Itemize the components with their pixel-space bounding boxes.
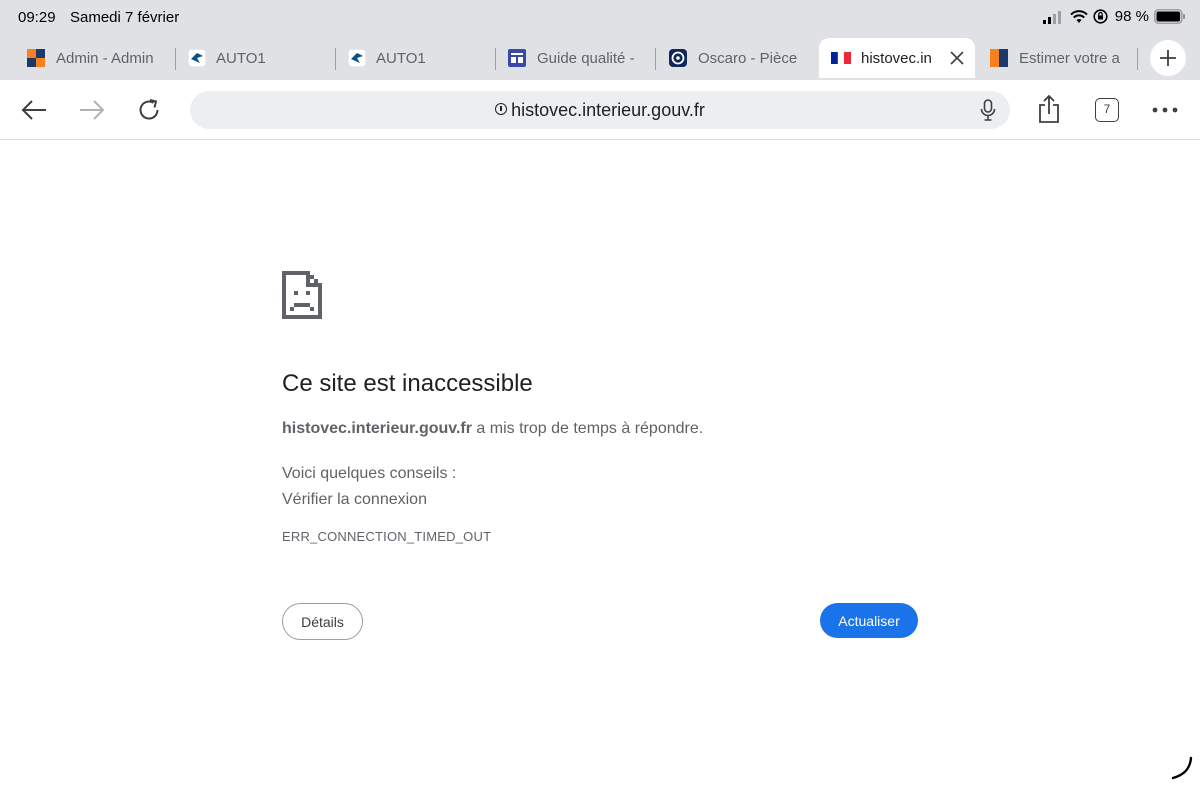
site-info-icon[interactable] [495, 103, 508, 115]
error-message-text: a mis trop de temps à répondre. [471, 420, 704, 437]
error-title: Ce site est inaccessible [282, 370, 533, 397]
tab-separator [175, 48, 176, 70]
battery-percentage: 98 % [1114, 8, 1149, 25]
arrow-left-icon [21, 100, 46, 120]
status-time: 09:29 [18, 9, 56, 26]
arrow-right-icon [80, 100, 105, 120]
error-code: ERR_CONNECTION_TIMED_OUT [282, 529, 492, 544]
guide-favicon-icon [508, 49, 526, 67]
tab-guide-qualite[interactable]: Guide qualité - [508, 38, 648, 78]
tab-auto1-second[interactable]: AUTO1 [348, 38, 488, 78]
wifi-icon [1070, 9, 1088, 23]
menu-button[interactable] [1150, 95, 1180, 125]
reload-button[interactable] [134, 95, 164, 125]
tab-switcher-button[interactable]: 7 [1095, 98, 1119, 122]
back-button[interactable] [19, 95, 49, 125]
toolbar: histovec.interieur.gouv.fr 7 [0, 80, 1200, 140]
address-bar[interactable]: histovec.interieur.gouv.fr [190, 91, 1010, 129]
tab-estimer[interactable]: Estimer votre a [990, 38, 1126, 78]
tab-separator [655, 48, 656, 70]
tab-histovec-active[interactable]: histovec.in [819, 38, 975, 78]
microphone-icon[interactable] [980, 99, 996, 121]
tab-admin[interactable]: Admin - Admin [27, 38, 162, 78]
auto1-favicon-icon [188, 49, 206, 67]
cellular-signal-icon [1042, 10, 1061, 24]
tab-auto1-first[interactable]: AUTO1 [188, 38, 328, 78]
close-tab-icon[interactable] [949, 50, 965, 66]
details-button[interactable]: Détails [282, 603, 363, 640]
admin-favicon-icon [27, 49, 45, 67]
auto1-favicon-icon [348, 49, 366, 67]
address-text: histovec.interieur.gouv.fr [190, 100, 1010, 121]
error-message: histovec.interieur.gouv.fr a mis trop de… [282, 420, 703, 438]
tab-title: AUTO1 [216, 49, 266, 67]
sad-document-icon [282, 271, 322, 319]
reload-page-button[interactable]: Actualiser [820, 603, 918, 638]
status-indicators: 98 % [1042, 8, 1186, 25]
tab-separator [495, 48, 496, 70]
battery-icon [1154, 9, 1185, 24]
error-host: histovec.interieur.gouv.fr [282, 420, 472, 437]
suggestion-check-connection: Vérifier la connexion [282, 491, 427, 508]
oscaro-favicon-icon [669, 49, 687, 67]
more-options-icon [1152, 107, 1178, 113]
share-icon [1039, 94, 1059, 123]
reload-icon [139, 99, 159, 120]
estimer-favicon-icon [990, 49, 1008, 67]
forward-button[interactable] [77, 95, 107, 125]
tab-oscaro[interactable]: Oscaro - Pièce [669, 38, 807, 78]
tab-title: histovec.in [861, 49, 932, 67]
orientation-lock-icon [1093, 9, 1108, 24]
suggestions-heading: Voici quelques conseils : [282, 465, 457, 482]
tab-separator [1137, 48, 1138, 70]
tab-title: Estimer votre a [1019, 49, 1120, 67]
status-bar: 09:29 Samedi 7 février 98 % [0, 0, 1200, 36]
tab-title: Oscaro - Pièce [698, 49, 798, 67]
tab-separator [335, 48, 336, 70]
tab-title: Guide qualité - [537, 49, 635, 67]
share-button[interactable] [1034, 94, 1064, 124]
french-flag-icon [831, 52, 851, 64]
new-tab-button[interactable] [1150, 40, 1186, 76]
plus-icon [1160, 50, 1176, 66]
tab-title: Admin - Admin [56, 49, 154, 67]
status-date: Samedi 7 février [70, 9, 180, 26]
error-suggestions: Voici quelques conseils : Vérifier la co… [282, 461, 456, 513]
resize-handle-icon [1171, 756, 1193, 780]
tab-title: AUTO1 [376, 49, 426, 67]
tab-strip: Admin - Admin AUTO1 AUTO1 Guide qualité … [0, 36, 1200, 80]
url-text: histovec.interieur.gouv.fr [511, 100, 705, 120]
